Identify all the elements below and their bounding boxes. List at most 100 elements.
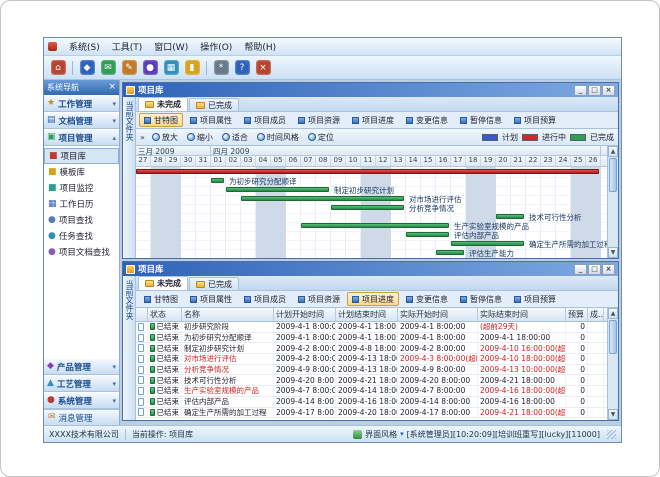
folder-tab[interactable]: 未完成 [138, 276, 188, 290]
minimize-button[interactable]: _ [574, 264, 587, 275]
workspace-button[interactable]: ◆ [78, 59, 96, 77]
scroll-thumb[interactable] [609, 158, 617, 192]
view-tab[interactable]: 项目预算 [509, 292, 561, 306]
skin-label[interactable]: 界面风格 [365, 429, 397, 440]
view-tab[interactable]: 项目属性 [185, 292, 237, 306]
sidebar-group[interactable]: ●系统管理▾ [44, 392, 119, 409]
gantt-toolbar-button[interactable]: 放大 [150, 132, 180, 143]
edit-button[interactable]: ✎ [120, 59, 138, 77]
menu-item[interactable]: 窗口(W) [148, 39, 194, 54]
scroll-down-icon[interactable]: ▼ [608, 247, 618, 258]
home-button[interactable]: ⌂ [49, 59, 67, 77]
gantt-toolbar-button[interactable]: 时间风格 [255, 132, 301, 143]
group-icon: ● [47, 396, 55, 405]
scroll-up-icon[interactable]: ▲ [608, 146, 618, 157]
table-row[interactable]: 已结束初步研究阶段2009-4-1 8:00:002009-4-1 18:00:… [136, 322, 607, 333]
table-header-cell[interactable]: 实际结束时间 [478, 308, 566, 321]
sidebar-group[interactable]: ★工作管理▾ [44, 95, 119, 112]
view-tab[interactable]: 项目资源 [293, 113, 345, 127]
close-button[interactable]: × [602, 85, 615, 96]
view-tab[interactable]: 项目进度 [347, 113, 399, 127]
table-header-cell[interactable]: 状态 [148, 308, 182, 321]
sidebar-item[interactable]: ●项目文档查找 [44, 244, 119, 260]
table-vertical-scrollbar[interactable]: ▲ ▼ [607, 308, 618, 420]
view-tab[interactable]: 暂停信息 [455, 113, 507, 127]
chevron-down-icon[interactable]: ▾ [400, 430, 404, 438]
lock-button[interactable]: ▮ [183, 59, 201, 77]
view-tab[interactable]: 项目成员 [239, 292, 291, 306]
side-tab-current-folder[interactable]: 当前文件夹 [123, 97, 136, 258]
table-header-cell[interactable]: 成... [588, 308, 604, 321]
help-button[interactable]: ? [233, 59, 251, 77]
table-row[interactable]: 已结束对市场进行评估2009-4-2 8:00:002009-4-13 18:0… [136, 354, 607, 365]
view-tab[interactable]: 甘特图 [139, 113, 183, 127]
table-header-cell[interactable]: 计划开始时间 [274, 308, 336, 321]
side-tab-current-folder[interactable]: 当前文件夹 [123, 276, 136, 420]
settings-button[interactable]: * [212, 59, 230, 77]
exit-button[interactable]: × [254, 59, 272, 77]
sidebar-group[interactable]: ▣项目管理▴ [44, 129, 119, 146]
menu-item[interactable]: 工具(T) [106, 39, 149, 54]
table-header-cell[interactable]: 名称 [182, 308, 274, 321]
document-icon [138, 323, 144, 331]
table-row[interactable]: 已结束为初步研究分配顺译2009-4-1 8:00:002009-4-1 18:… [136, 333, 607, 344]
table-row[interactable]: 已结束评估内部产品2009-4-14 8:00:002009-4-16 18:0… [136, 397, 607, 408]
maximize-button[interactable]: □ [588, 85, 601, 96]
gantt-toolbar-button[interactable]: 缩小 [185, 132, 215, 143]
sidebar-item[interactable]: ●任务查找 [44, 228, 119, 244]
table-row[interactable]: 已结束技术可行性分析2009-4-20 8:00:002009-4-21 18:… [136, 375, 607, 386]
table-row[interactable]: 已结束确定生产所需的加工过程2009-4-17 8:00:002009-4-20… [136, 408, 607, 419]
overflow-chevron-icon[interactable]: » [140, 133, 145, 142]
view-tab[interactable]: 变更信息 [401, 292, 453, 306]
folder-tab[interactable]: 已完成 [189, 98, 239, 111]
scroll-thumb[interactable] [609, 320, 617, 354]
view-tab[interactable]: 变更信息 [401, 113, 453, 127]
window-titlebar[interactable]: 项目库 _□× [123, 83, 618, 97]
table-header-cell[interactable]: 实际开始时间 [398, 308, 478, 321]
scroll-down-icon[interactable]: ▼ [608, 409, 618, 420]
sidebar-item[interactable]: ●项目查找 [44, 212, 119, 228]
view-tab[interactable]: 项目进度 [347, 292, 399, 306]
calendar-button[interactable]: ▦ [162, 59, 180, 77]
view-tab[interactable]: 项目属性 [185, 113, 237, 127]
document-icon [138, 334, 144, 342]
folder-tab[interactable]: 已完成 [189, 277, 239, 290]
scroll-up-icon[interactable]: ▲ [608, 308, 618, 319]
gantt-vertical-scrollbar[interactable]: ▲ ▼ [607, 146, 618, 258]
mail-button[interactable]: ✉ [99, 59, 117, 77]
sidebar-group[interactable]: ▲工艺管理▾ [44, 375, 119, 392]
view-tab[interactable]: 项目预算 [509, 113, 561, 127]
sidebar-bottom-tab[interactable]: ✉ 消息管理 [44, 409, 119, 425]
table-row[interactable]: 已结束制定初步研究计划2009-4-2 8:00:002009-4-8 18:0… [136, 343, 607, 354]
sidebar-group[interactable]: ▤文档管理▾ [44, 112, 119, 129]
sidebar-item[interactable]: ■项目监控 [44, 180, 119, 196]
table-row[interactable]: 已结束生产实验室规模的产品2009-4-7 8:00:002009-4-14 1… [136, 386, 607, 397]
sidebar-item[interactable]: ■项目库 [44, 148, 119, 164]
view-tab[interactable]: 甘特图 [139, 292, 183, 306]
sidebar-item[interactable]: ▦工作日历 [44, 196, 119, 212]
search-button[interactable]: ● [141, 59, 159, 77]
status-text: 已结束 [157, 365, 180, 375]
resize-grip[interactable] [607, 430, 616, 439]
menu-item[interactable]: 系统(S) [63, 39, 106, 54]
menu-item[interactable]: 帮助(H) [238, 39, 282, 54]
view-tab[interactable]: 项目成员 [239, 113, 291, 127]
table-row[interactable]: 已结束分析竞争情况2009-4-9 8:00:002009-4-13 18:00… [136, 365, 607, 376]
window-titlebar[interactable]: 项目库 _□× [123, 262, 618, 276]
sidebar-item[interactable]: ■模板库 [44, 164, 119, 180]
table-header-cell[interactable]: 预算 [566, 308, 588, 321]
folder-tab[interactable]: 未完成 [138, 97, 188, 111]
menu-item[interactable]: 操作(O) [194, 39, 238, 54]
sidebar-close-icon[interactable]: × [108, 83, 116, 92]
weekend-shade [361, 167, 376, 258]
gantt-toolbar-button[interactable]: 适合 [220, 132, 250, 143]
table-header-cell[interactable]: 计划结束时间 [336, 308, 398, 321]
maximize-button[interactable]: □ [588, 264, 601, 275]
view-tab[interactable]: 暂停信息 [455, 292, 507, 306]
sidebar-body: ★工作管理▾▤文档管理▾▣项目管理▴ ■项目库■模板库■项目监控▦工作日历●项目查… [44, 95, 119, 409]
view-tab[interactable]: 项目资源 [293, 292, 345, 306]
minimize-button[interactable]: _ [574, 85, 587, 96]
close-button[interactable]: × [602, 264, 615, 275]
gantt-toolbar-button[interactable]: 定位 [306, 132, 336, 143]
sidebar-group[interactable]: ◆产品管理▾ [44, 358, 119, 375]
